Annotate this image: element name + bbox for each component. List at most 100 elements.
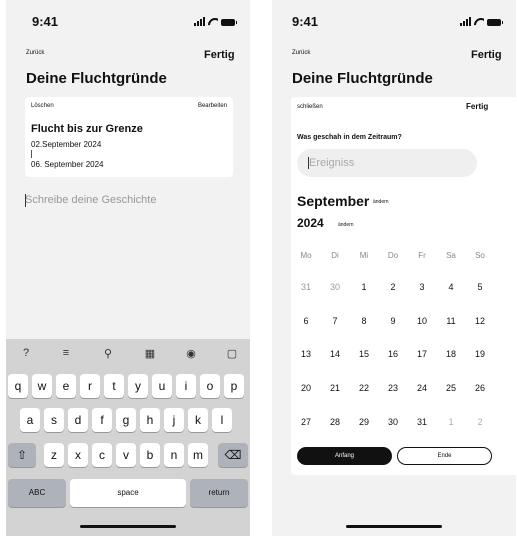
key-t[interactable]: t <box>104 374 124 398</box>
signal-icon <box>460 17 471 26</box>
key-o[interactable]: o <box>200 374 220 398</box>
calendar-day[interactable]: 11 <box>441 316 461 326</box>
help-circle-icon[interactable]: ? <box>18 347 34 359</box>
key-y[interactable]: y <box>128 374 148 398</box>
text-cursor <box>25 194 26 207</box>
calendar-day[interactable]: 6 <box>296 316 316 326</box>
calendar-day[interactable]: 4 <box>441 282 461 292</box>
calendar-day[interactable]: 31 <box>296 282 316 292</box>
abc-key[interactable]: ABC <box>8 479 66 507</box>
calendar-day[interactable]: 16 <box>383 349 403 359</box>
calendar-day[interactable]: 9 <box>383 316 403 326</box>
phone-screen-right: 9:41 Zurück Fertig Deine Fluchtgründe sc… <box>272 0 516 536</box>
key-u[interactable]: u <box>152 374 172 398</box>
edit-button[interactable]: Bearbeiten <box>198 103 227 109</box>
change-year-button[interactable]: ändern <box>338 222 354 228</box>
date-picker-card: schließen Fertig Was geschah in dem Zeit… <box>291 97 516 475</box>
weekday-label: So <box>475 251 485 260</box>
calendar-icon[interactable]: ▦ <box>142 347 158 360</box>
calendar-day[interactable]: 19 <box>470 349 490 359</box>
calendar-day[interactable]: 18 <box>441 349 461 359</box>
key-c[interactable]: c <box>92 443 112 467</box>
space-key[interactable]: space <box>70 479 186 507</box>
key-v[interactable]: v <box>116 443 136 467</box>
key-w[interactable]: w <box>32 374 52 398</box>
done-button[interactable]: Fertig <box>471 49 502 61</box>
list-icon[interactable]: ≡ <box>58 347 74 359</box>
calendar-day[interactable]: 21 <box>325 383 345 393</box>
calendar-day[interactable]: 29 <box>354 417 374 427</box>
calendar-day[interactable]: 30 <box>383 417 403 427</box>
calendar-day[interactable]: 26 <box>470 383 490 393</box>
key-b[interactable]: b <box>140 443 160 467</box>
shift-key[interactable]: ⇧ <box>8 443 36 467</box>
calendar-day[interactable]: 2 <box>383 282 403 292</box>
key-s[interactable]: s <box>44 408 64 432</box>
key-q[interactable]: q <box>8 374 28 398</box>
calendar-day[interactable]: 28 <box>325 417 345 427</box>
calendar-day[interactable]: 7 <box>325 316 345 326</box>
change-month-button[interactable]: ändern <box>373 199 389 205</box>
calendar-day[interactable]: 25 <box>441 383 461 393</box>
delete-key[interactable]: ⌫ <box>218 443 248 467</box>
calendar-day[interactable]: 5 <box>470 282 490 292</box>
close-button[interactable]: schließen <box>297 104 323 110</box>
key-r[interactable]: r <box>80 374 100 398</box>
key-z[interactable]: z <box>44 443 64 467</box>
calendar-day[interactable]: 10 <box>412 316 432 326</box>
calendar-day[interactable]: 15 <box>354 349 374 359</box>
key-a[interactable]: a <box>20 408 40 432</box>
story-placeholder: Schreibe deine Geschichte <box>25 194 157 206</box>
key-i[interactable]: i <box>176 374 196 398</box>
battery-icon <box>221 19 237 26</box>
wifi-icon <box>208 18 218 26</box>
calendar-day[interactable]: 27 <box>296 417 316 427</box>
calendar-day[interactable]: 20 <box>296 383 316 393</box>
calendar-day[interactable]: 23 <box>383 383 403 393</box>
calendar-day[interactable]: 3 <box>412 282 432 292</box>
key-e[interactable]: e <box>56 374 76 398</box>
calendar-day[interactable]: 24 <box>412 383 432 393</box>
key-x[interactable]: x <box>68 443 88 467</box>
event-input[interactable]: Ereigniss <box>297 149 477 177</box>
location-icon[interactable]: ⚲ <box>100 347 116 360</box>
calendar-day[interactable]: 1 <box>441 417 461 427</box>
delete-button[interactable]: Löschen <box>31 103 54 109</box>
calendar-day[interactable]: 12 <box>470 316 490 326</box>
status-time: 9:41 <box>32 14 59 29</box>
key-n[interactable]: n <box>164 443 184 467</box>
key-h[interactable]: h <box>140 408 160 432</box>
key-j[interactable]: j <box>164 408 184 432</box>
calendar-day[interactable]: 2 <box>470 417 490 427</box>
key-k[interactable]: k <box>188 408 208 432</box>
question-label: Was geschah in dem Zeitraum? <box>297 134 402 141</box>
key-g[interactable]: g <box>116 408 136 432</box>
back-button[interactable]: Zurück <box>292 50 310 56</box>
done-button[interactable]: Fertig <box>204 49 235 61</box>
return-key[interactable]: return <box>190 479 248 507</box>
key-m[interactable]: m <box>188 443 208 467</box>
start-button[interactable]: Anfang <box>297 447 392 465</box>
calendar-day[interactable]: 31 <box>412 417 432 427</box>
entry-card: Löschen Bearbeiten Flucht bis zur Grenze… <box>25 97 233 177</box>
card-done-button[interactable]: Fertig <box>466 102 488 111</box>
calendar-day[interactable]: 13 <box>296 349 316 359</box>
end-button[interactable]: Ende <box>397 447 492 465</box>
camera-icon[interactable]: ◉ <box>183 347 199 360</box>
calendar-day[interactable]: 14 <box>325 349 345 359</box>
calendar-day[interactable]: 17 <box>412 349 432 359</box>
story-input[interactable]: ​Schreibe deine Geschichte <box>25 194 156 206</box>
page-title: Deine Fluchtgründe <box>26 70 167 87</box>
home-indicator <box>346 525 442 528</box>
key-l[interactable]: l <box>212 408 232 432</box>
year-label: 2024 <box>297 216 324 230</box>
calendar-day[interactable]: 22 <box>354 383 374 393</box>
document-icon[interactable]: ▢ <box>224 347 240 360</box>
calendar-day[interactable]: 8 <box>354 316 374 326</box>
key-f[interactable]: f <box>92 408 112 432</box>
calendar-day[interactable]: 1 <box>354 282 374 292</box>
key-p[interactable]: p <box>224 374 244 398</box>
back-button[interactable]: Zurück <box>26 50 44 56</box>
key-d[interactable]: d <box>68 408 88 432</box>
calendar-day[interactable]: 30 <box>325 282 345 292</box>
